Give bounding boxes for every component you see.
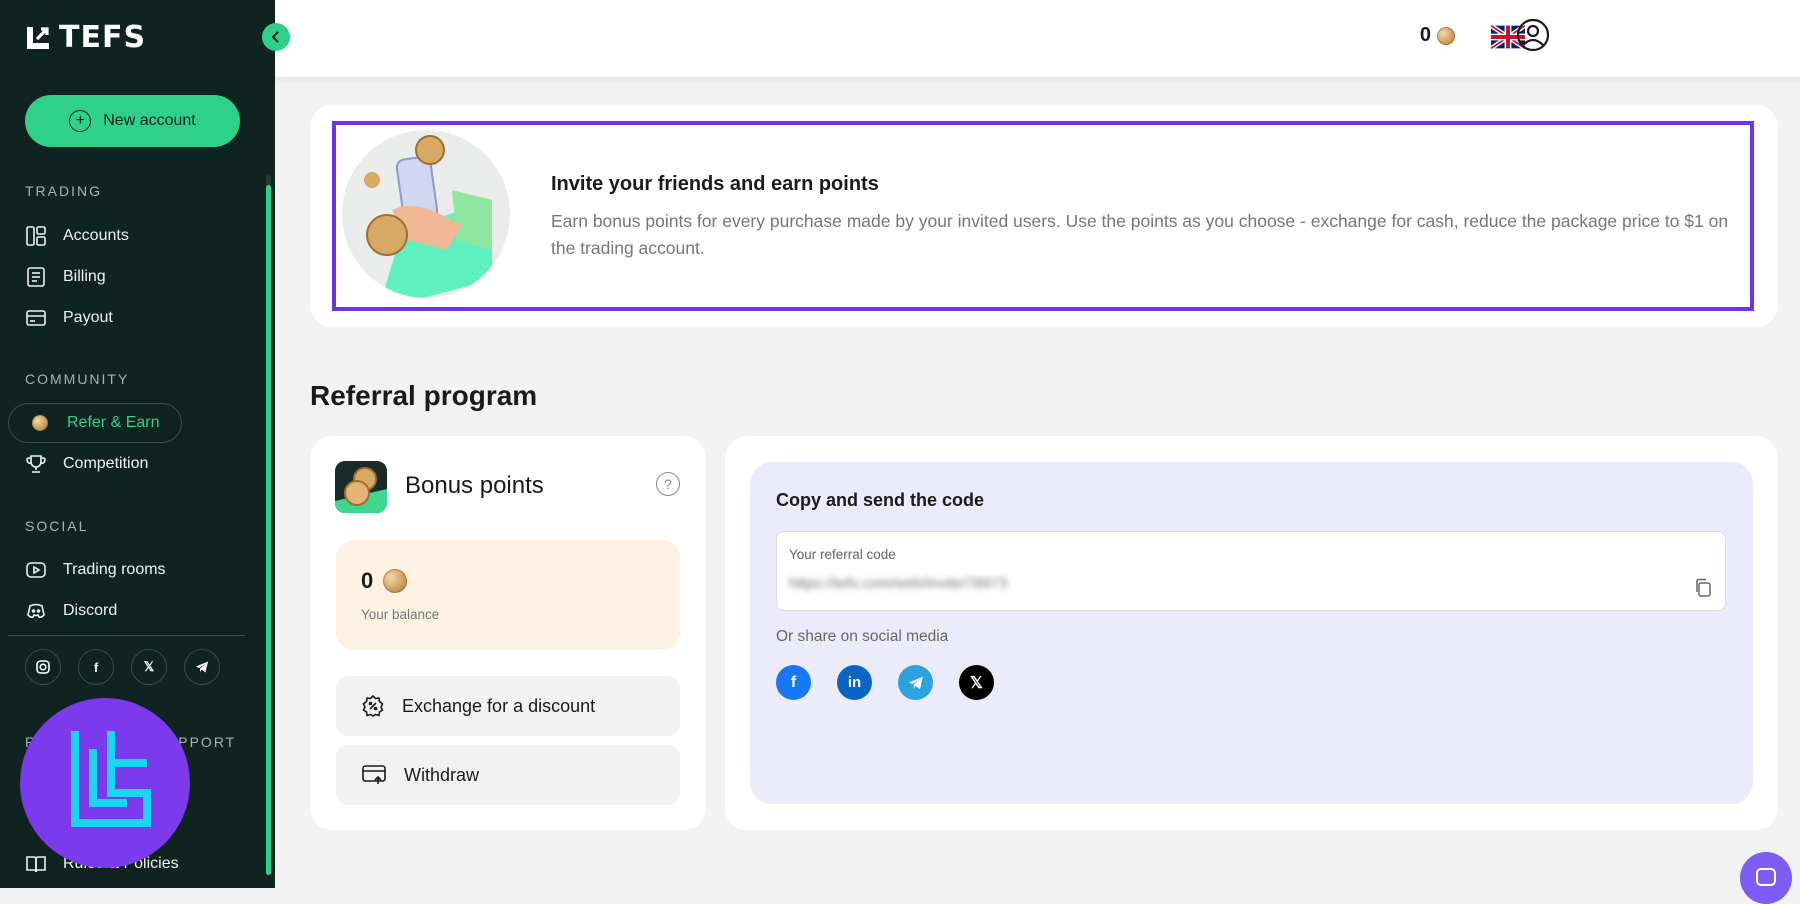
referral-code-field[interactable] <box>776 531 1726 611</box>
sidebar-item-competition[interactable]: Competition <box>25 453 148 475</box>
sidebar-item-refer-earn[interactable]: Refer & Earn <box>8 403 183 443</box>
sidebar-item-label: Accounts <box>63 227 129 244</box>
share-social-icons: f in 𝕏 <box>776 665 994 700</box>
points-balance[interactable]: 0 <box>1420 24 1455 47</box>
payout-icon <box>25 307 47 329</box>
accounts-icon <box>25 225 47 247</box>
discount-icon <box>362 695 384 717</box>
withdraw-label: Withdraw <box>404 764 480 785</box>
referral-code-value[interactable]: https://tefs.com/web/invite/78973 <box>789 575 1007 592</box>
sidebar-social-links: f 𝕏 <box>25 649 220 685</box>
phone-coins-illustration <box>342 130 510 298</box>
sidebar: TEFS + New account TRADING Accounts Bill… <box>0 0 275 888</box>
user-profile-icon[interactable] <box>1516 18 1550 52</box>
balance-label: Your balance <box>361 607 440 622</box>
new-account-button[interactable]: + New account <box>25 95 240 147</box>
x-icon[interactable]: 𝕏 <box>959 665 994 700</box>
balance-value: 0 <box>361 568 408 594</box>
chevron-left-icon <box>271 31 279 43</box>
copy-icon[interactable] <box>1694 578 1712 598</box>
new-account-label: New account <box>103 112 196 129</box>
sidebar-item-trading-rooms[interactable]: Trading rooms <box>25 559 166 581</box>
banner-description: Earn bonus points for every purchase mad… <box>551 211 1729 258</box>
exchange-discount-button[interactable]: Exchange for a discount <box>336 676 680 736</box>
share-social-label: Or share on social media <box>776 628 949 645</box>
x-icon[interactable]: 𝕏 <box>131 649 167 685</box>
bonus-coins-icon <box>335 461 387 513</box>
page-title: Referral program <box>310 380 538 411</box>
facebook-icon[interactable]: f <box>78 649 114 685</box>
sidebar-scrollbar-thumb[interactable] <box>266 185 271 875</box>
book-icon <box>25 853 47 875</box>
exchange-discount-label: Exchange for a discount <box>402 695 596 716</box>
play-icon <box>25 559 47 581</box>
balance-box <box>336 540 680 650</box>
section-label-trading: TRADING <box>25 183 102 199</box>
share-title: Copy and send the code <box>776 490 985 510</box>
sidebar-item-billing[interactable]: Billing <box>25 266 106 288</box>
section-label-social: SOCIAL <box>25 518 89 534</box>
sidebar-item-payout[interactable]: Payout <box>25 307 113 329</box>
referral-code-label: Your referral code <box>789 547 896 562</box>
coin-icon <box>383 569 408 593</box>
tefs-logo-icon <box>27 26 49 49</box>
discord-icon <box>25 600 47 622</box>
brand-logo[interactable]: TEFS <box>25 20 146 55</box>
balance-amount: 0 <box>361 568 374 593</box>
chat-icon <box>1756 868 1776 886</box>
sidebar-item-label: Trading rooms <box>63 561 166 578</box>
points-value: 0 <box>1419 24 1431 46</box>
sidebar-item-label: Billing <box>63 268 106 285</box>
sidebar-divider <box>8 635 245 636</box>
billing-icon <box>25 266 47 288</box>
telegram-icon[interactable] <box>898 665 933 700</box>
card-withdraw-icon <box>362 765 386 784</box>
help-icon[interactable]: ? <box>656 472 680 496</box>
sidebar-item-accounts[interactable]: Accounts <box>25 225 129 247</box>
linkedin-icon[interactable]: in <box>837 665 872 700</box>
sidebar-item-discord[interactable]: Discord <box>25 600 117 622</box>
trophy-icon <box>25 453 47 475</box>
sidebar-item-label: Payout <box>63 309 113 326</box>
coin-icon <box>1437 26 1455 45</box>
plus-icon: + <box>69 110 92 132</box>
sidebar-item-label: Discord <box>63 602 118 619</box>
sidebar-item-label: Refer & Earn <box>67 414 160 431</box>
brand-name: TEFS <box>59 20 147 55</box>
support-chat-button[interactable] <box>1740 852 1792 904</box>
bonus-points-title: Bonus points <box>405 472 544 499</box>
withdraw-button[interactable]: Withdraw <box>336 745 680 805</box>
section-label-community: COMMUNITY <box>25 371 130 387</box>
coin-icon <box>29 412 51 434</box>
instagram-icon[interactable] <box>25 649 61 685</box>
telegram-icon[interactable] <box>184 649 220 685</box>
banner-title: Invite your friends and earn points <box>551 173 879 195</box>
collapse-sidebar-button[interactable] <box>262 23 290 51</box>
sidebar-item-label: Competition <box>63 455 149 472</box>
tradingfinder-watermark-logo <box>20 698 190 868</box>
top-bar: 0 <box>275 0 1800 77</box>
facebook-icon[interactable]: f <box>776 665 811 700</box>
